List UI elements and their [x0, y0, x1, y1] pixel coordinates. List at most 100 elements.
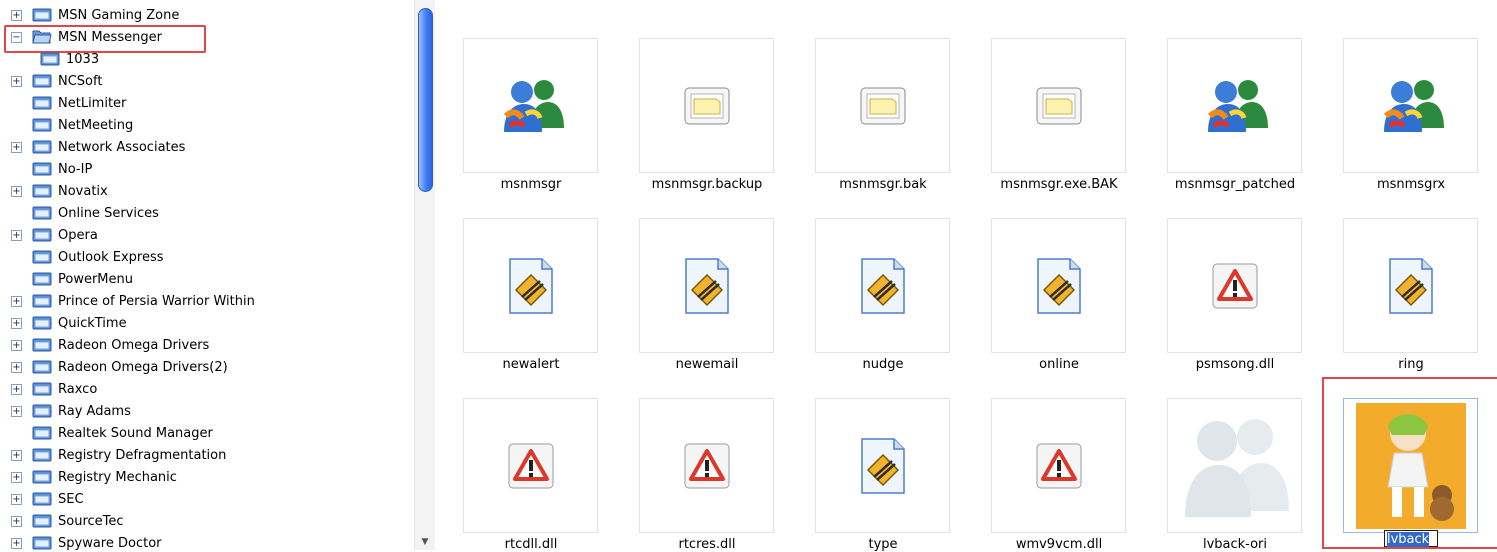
tree-item[interactable]: NetLimiter [0, 92, 412, 114]
file-item[interactable]: wmv9vcm.dll [964, 360, 1140, 552]
tree-item[interactable]: + Registry Mechanic [0, 466, 412, 488]
tree-item[interactable]: + Ray Adams [0, 400, 412, 422]
expand-icon[interactable]: + [11, 296, 22, 307]
generic-file-icon [815, 38, 950, 173]
expand-icon[interactable]: + [11, 516, 22, 527]
vertical-scrollbar[interactable]: ▼ [414, 0, 435, 550]
file-item[interactable]: newemail [612, 180, 788, 372]
expand-icon[interactable]: + [11, 142, 22, 153]
tree-item[interactable]: + Radeon Omega Drivers [0, 334, 412, 356]
expand-icon[interactable]: + [11, 340, 22, 351]
file-item[interactable]: msnmsgr_patched [1140, 0, 1316, 192]
tree-item[interactable]: 1033 [0, 48, 412, 70]
tree-item-label: No-IP [58, 161, 93, 177]
tree-item[interactable]: + SEC [0, 488, 412, 510]
folder-icon [32, 513, 52, 528]
tree-item[interactable]: Online Services [0, 202, 412, 224]
expand-icon[interactable]: + [11, 362, 22, 373]
expand-icon[interactable]: + [11, 318, 22, 329]
folder-icon [32, 117, 52, 132]
tree-item-label: NetMeeting [58, 117, 134, 133]
msn-messenger-icon [463, 38, 598, 173]
file-item[interactable]: type [788, 360, 964, 552]
file-item[interactable]: msnmsgr.backup [612, 0, 788, 192]
winamp-audio-icon [815, 218, 950, 353]
msn-faded-icon [1167, 398, 1302, 533]
tree-item[interactable]: + Registry Defragmentation [0, 444, 412, 466]
tree-item[interactable]: − MSN Messenger [0, 26, 412, 48]
generic-file-icon [639, 38, 774, 173]
expand-icon[interactable]: + [11, 406, 22, 417]
tree-item-label: Registry Defragmentation [58, 447, 227, 463]
rename-input[interactable]: lvback [1384, 530, 1438, 547]
folder-icon [40, 51, 60, 66]
tree-item-label: Network Associates [58, 139, 186, 155]
folder-icon [32, 249, 52, 264]
file-item[interactable]: msnmsgr.exe.BAK [964, 0, 1140, 192]
expand-icon[interactable]: + [11, 472, 22, 483]
file-icon-grid[interactable]: msnmsgr msnmsgr.backup msnmsgr.bak msnmsgr.… [436, 0, 1497, 552]
file-item[interactable]: rtcres.dll [612, 360, 788, 552]
tree-item[interactable]: No-IP [0, 158, 412, 180]
tree-item-label: Spyware Doctor [58, 535, 162, 551]
expand-icon[interactable]: + [11, 76, 22, 87]
tree-item-label: Novatix [58, 183, 108, 199]
expand-icon[interactable]: + [11, 494, 22, 505]
expand-icon[interactable]: + [11, 384, 22, 395]
file-item[interactable]: ring [1316, 180, 1492, 372]
tree-item-label: Outlook Express [58, 249, 164, 265]
scroll-down-arrow-icon[interactable]: ▼ [419, 537, 431, 547]
file-item[interactable]: rtcdll.dll [436, 360, 612, 552]
expand-icon[interactable]: + [11, 186, 22, 197]
tree-item[interactable]: + Radeon Omega Drivers(2) [0, 356, 412, 378]
folder-icon [32, 205, 52, 220]
tree-item[interactable]: + Prince of Persia Warrior Within [0, 290, 412, 312]
expand-icon[interactable]: + [11, 10, 22, 21]
file-item[interactable] [1316, 360, 1492, 533]
tree-item-label: Opera [58, 227, 98, 243]
collapse-icon[interactable]: − [11, 32, 22, 43]
tree-item[interactable]: + MSN Gaming Zone [0, 4, 412, 26]
tree-item[interactable]: NetMeeting [0, 114, 412, 136]
tree-item[interactable]: + Network Associates [0, 136, 412, 158]
folder-icon [32, 139, 52, 154]
tree-item-label: SEC [58, 491, 84, 507]
tree-item[interactable]: + Opera [0, 224, 412, 246]
tree-item[interactable]: Outlook Express [0, 246, 412, 268]
folder-tree[interactable]: + MSN Gaming Zone − MSN Messenger 1033 + NCSof… [0, 0, 412, 550]
folder-icon [32, 315, 52, 330]
folder-icon [32, 425, 52, 440]
tree-item-label: Prince of Persia Warrior Within [58, 293, 255, 309]
file-item[interactable]: newalert [436, 180, 612, 372]
tree-item-label: MSN Messenger [58, 29, 162, 45]
folder-icon [32, 7, 52, 22]
file-item[interactable]: online [964, 180, 1140, 372]
tree-item[interactable]: PowerMenu [0, 268, 412, 290]
folder-icon [32, 183, 52, 198]
tree-item[interactable]: + Raxco [0, 378, 412, 400]
expand-icon[interactable]: + [11, 450, 22, 461]
expand-icon[interactable]: + [11, 538, 22, 549]
file-item[interactable]: lvback-ori [1140, 360, 1316, 552]
warning-dll-icon [463, 398, 598, 533]
folder-icon [32, 447, 52, 462]
tree-item[interactable]: + Spyware Doctor [0, 532, 412, 550]
tree-item-label: 1033 [66, 51, 100, 67]
file-item[interactable]: psmsong.dll [1140, 180, 1316, 372]
winamp-audio-icon [1343, 218, 1478, 353]
tree-item[interactable]: Realtek Sound Manager [0, 422, 412, 444]
tree-item-label: SourceTec [58, 513, 124, 529]
file-item[interactable]: nudge [788, 180, 964, 372]
file-item[interactable]: msnmsgr [436, 0, 612, 192]
folder-icon [32, 227, 52, 242]
expand-icon[interactable]: + [11, 230, 22, 241]
tree-item-label: Radeon Omega Drivers [58, 337, 210, 353]
tree-item[interactable]: + QuickTime [0, 312, 412, 334]
winamp-audio-icon [991, 218, 1126, 353]
scrollbar-thumb[interactable] [418, 8, 433, 192]
file-item[interactable]: msnmsgr.bak [788, 0, 964, 192]
tree-item[interactable]: + SourceTec [0, 510, 412, 532]
tree-item[interactable]: + Novatix [0, 180, 412, 202]
file-item[interactable]: msnmsgrx [1316, 0, 1492, 192]
tree-item[interactable]: + NCSoft [0, 70, 412, 92]
